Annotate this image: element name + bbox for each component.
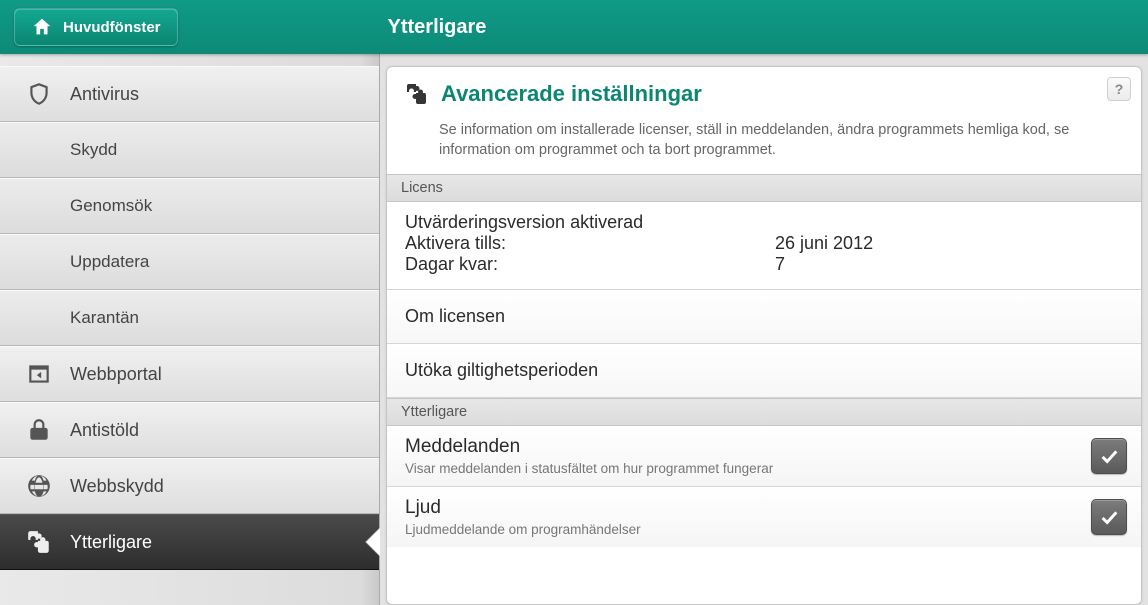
help-button[interactable]: ? (1107, 77, 1131, 101)
notifications-subtitle: Visar meddelanden i statusfältet om hur … (405, 461, 1091, 476)
topbar: Huvudfönster Ytterligare (0, 0, 1148, 54)
settings-card: Avancerade inställningar ? Se informatio… (386, 66, 1142, 605)
home-icon (31, 16, 53, 38)
extend-validity-row[interactable]: Utöka giltighetsperioden (387, 344, 1141, 398)
notifications-checkbox[interactable] (1091, 438, 1127, 474)
shield-icon (26, 81, 52, 107)
sound-subtitle: Ljudmeddelande om programhändelser (405, 522, 1091, 537)
sidebar-item-webbportal[interactable]: Webbportal (0, 346, 379, 402)
page-title: Ytterligare (388, 16, 487, 39)
sidebar-item-label: Uppdatera (70, 252, 149, 272)
sidebar-item-label: Genomsök (70, 196, 152, 216)
check-icon (1098, 506, 1120, 528)
sidebar-item-skydd[interactable]: Skydd (0, 122, 379, 178)
card-header: Avancerade inställningar ? (387, 67, 1141, 115)
card-description: Se information om installerade licenser,… (387, 115, 1141, 174)
sidebar-item-uppdatera[interactable]: Uppdatera (0, 234, 379, 290)
section-header-license: Licens (387, 174, 1141, 202)
sidebar-item-label: Antistöld (70, 420, 139, 441)
sidebar: Antivirus Skydd Genomsök Uppdatera Karan… (0, 54, 380, 605)
sound-row[interactable]: Ljud Ljudmeddelande om programhändelser (387, 487, 1141, 547)
sidebar-item-label: Skydd (70, 140, 117, 160)
license-active-until-label: Aktivera tills: (405, 233, 775, 254)
license-days-left-label: Dagar kvar: (405, 254, 775, 275)
lock-icon (26, 417, 52, 443)
notifications-row[interactable]: Meddelanden Visar meddelanden i statusfä… (387, 426, 1141, 487)
puzzle-icon (26, 529, 52, 555)
sidebar-item-webbskydd[interactable]: Webbskydd (0, 458, 379, 514)
sidebar-item-karantan[interactable]: Karantän (0, 290, 379, 346)
check-icon (1098, 445, 1120, 467)
puzzle-icon (405, 82, 429, 106)
notifications-title: Meddelanden (405, 436, 1091, 458)
license-days-left-value: 7 (775, 254, 785, 275)
card-title: Avancerade inställningar (441, 81, 702, 107)
sidebar-item-label: Ytterligare (70, 532, 152, 553)
home-button-label: Huvudfönster (63, 19, 161, 36)
globe-icon (26, 473, 52, 499)
sidebar-item-label: Webbportal (70, 364, 162, 385)
sidebar-item-ytterligare[interactable]: Ytterligare (0, 514, 379, 570)
browser-icon (26, 361, 52, 387)
sidebar-item-antistold[interactable]: Antistöld (0, 402, 379, 458)
sound-title: Ljud (405, 497, 1091, 519)
sidebar-item-genomsok[interactable]: Genomsök (0, 178, 379, 234)
sidebar-item-label: Webbskydd (70, 476, 164, 497)
sidebar-item-label: Karantän (70, 308, 139, 328)
license-status: Utvärderingsversion aktiverad (405, 212, 1123, 233)
content-area: Antivirus Skydd Genomsök Uppdatera Karan… (0, 54, 1148, 605)
license-info: Utvärderingsversion aktiverad Aktivera t… (387, 202, 1141, 290)
main-panel: Avancerade inställningar ? Se informatio… (380, 54, 1148, 605)
sidebar-item-antivirus[interactable]: Antivirus (0, 66, 379, 122)
sound-checkbox[interactable] (1091, 499, 1127, 535)
home-button[interactable]: Huvudfönster (14, 8, 178, 46)
license-active-until-value: 26 juni 2012 (775, 233, 873, 254)
sidebar-item-label: Antivirus (70, 84, 139, 105)
section-header-additional: Ytterligare (387, 398, 1141, 426)
about-license-row[interactable]: Om licensen (387, 290, 1141, 344)
